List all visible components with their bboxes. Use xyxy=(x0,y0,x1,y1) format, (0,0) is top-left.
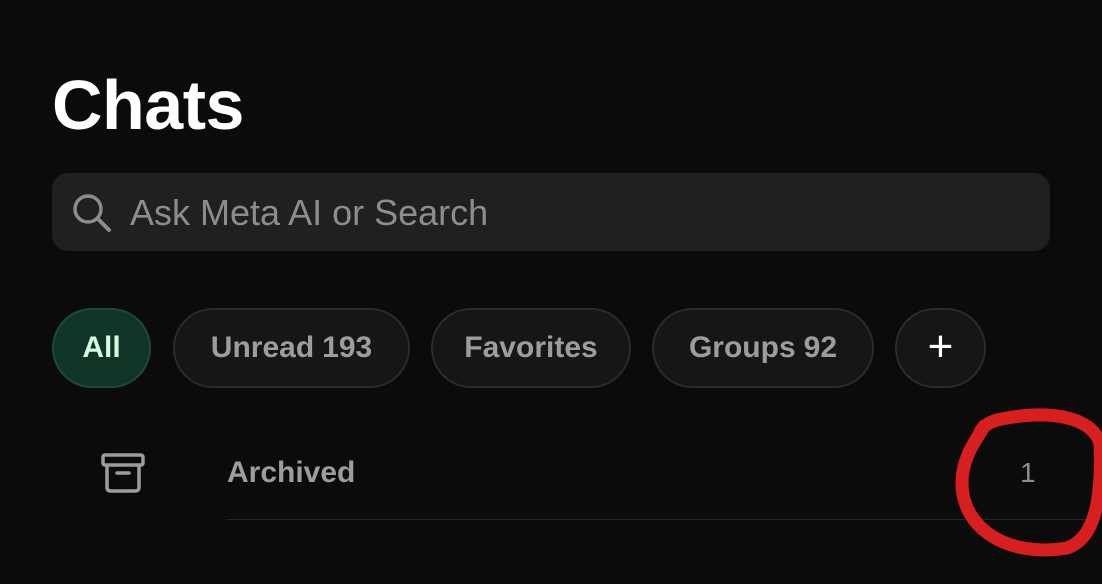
filter-chip-label: Favorites xyxy=(464,331,598,364)
chats-screen: Chats Ask Meta AI or Search All Unread 19… xyxy=(0,0,1102,584)
search-bar[interactable]: Ask Meta AI or Search xyxy=(52,173,1050,251)
filter-chip-label: Groups xyxy=(688,331,796,364)
filter-chip-label: Unread xyxy=(210,331,315,364)
filter-chip-all[interactable]: All xyxy=(52,308,151,388)
filter-chip-label: All xyxy=(82,331,121,364)
groups-count: 92 xyxy=(803,331,838,364)
archived-row[interactable]: Archived 1 xyxy=(0,430,1102,520)
add-filter-button[interactable]: + xyxy=(895,308,986,388)
filter-chip-favorites[interactable]: Favorites xyxy=(431,308,631,388)
archived-label: Archived xyxy=(227,456,356,489)
archive-icon xyxy=(101,453,145,493)
unread-count: 193 xyxy=(322,331,373,364)
search-icon xyxy=(73,194,111,232)
search-input[interactable]: Ask Meta AI or Search xyxy=(130,173,488,251)
filter-chip-groups[interactable]: Groups 92 xyxy=(652,308,874,388)
filter-chip-unread[interactable]: Unread 193 xyxy=(173,308,410,388)
plus-icon: + xyxy=(927,322,954,371)
page-title: Chats xyxy=(52,66,244,144)
archived-count: 1 xyxy=(1020,457,1036,488)
row-divider xyxy=(227,519,1102,520)
